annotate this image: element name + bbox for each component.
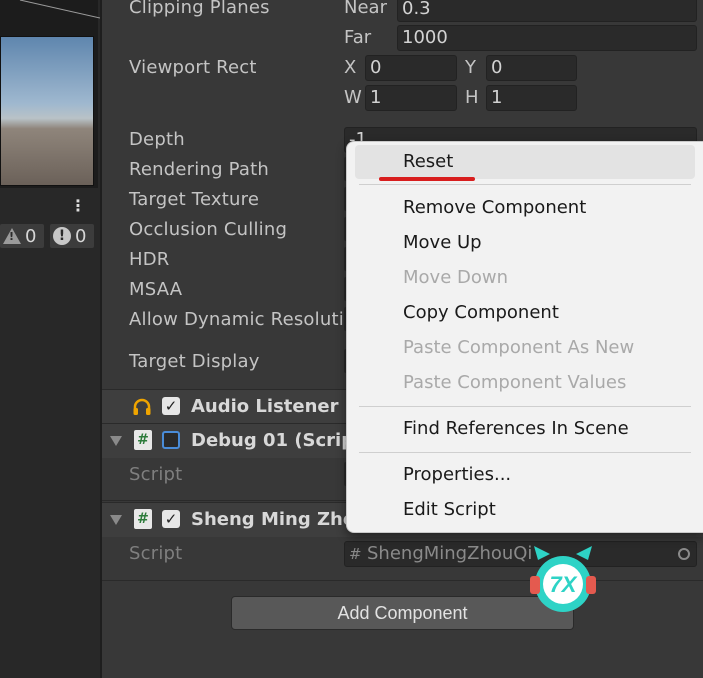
far-label: Far	[344, 27, 372, 48]
allow-dynamic-resolution-label: Allow Dynamic Resolutic	[129, 309, 344, 330]
depth-label: Depth	[129, 129, 185, 150]
menu-item-properties[interactable]: Properties...	[403, 464, 511, 485]
viewport-h-field[interactable]: 1	[486, 85, 577, 111]
add-component-button[interactable]: Add Component	[231, 596, 574, 630]
shengmingzhou-foldout-icon[interactable]	[110, 515, 122, 525]
viewport-w-field[interactable]: 1	[365, 85, 457, 111]
target-texture-label: Target Texture	[129, 189, 260, 210]
shengmingzhou-script-label: Script	[129, 543, 183, 564]
target-display-label: Target Display	[129, 351, 260, 372]
near-label: Near	[344, 0, 387, 18]
mascot-cat-logo: 7X	[530, 546, 596, 612]
menu-item-reset[interactable]: Reset	[403, 151, 453, 172]
debug01-title: Debug 01 (Script	[191, 430, 346, 451]
audio-listener-enabled-checkbox[interactable]: ✓	[162, 397, 180, 415]
script-icon: #	[134, 509, 152, 529]
menu-item-paste-component-as-new: Paste Component As New	[403, 337, 635, 358]
error-counter[interactable]: ! 0	[50, 224, 94, 248]
viewport-rect-label: Viewport Rect	[129, 57, 257, 78]
debug01-enabled-checkbox[interactable]	[162, 431, 180, 449]
error-count: 0	[75, 225, 87, 247]
camera-preview	[0, 36, 94, 186]
menu-item-find-references[interactable]: Find References In Scene	[403, 418, 629, 439]
object-picker-icon[interactable]	[678, 548, 690, 560]
red-underline-annotation	[379, 177, 475, 181]
component-separator	[102, 580, 703, 581]
menu-item-remove-component[interactable]: Remove Component	[403, 197, 586, 218]
shengmingzhou-script-field[interactable]: # ShengMingZhouQi	[344, 541, 697, 567]
viewport-h-label: H	[465, 87, 479, 108]
script-asset-icon: #	[349, 545, 362, 563]
viewport-x-field[interactable]: 0	[365, 55, 457, 81]
script-icon: #	[134, 430, 152, 450]
menu-item-edit-script[interactable]: Edit Script	[403, 499, 496, 520]
msaa-label: MSAA	[129, 279, 183, 300]
shengmingzhou-title: Sheng Ming Zhou	[191, 509, 346, 530]
audio-listener-title: Audio Listener	[191, 396, 339, 417]
menu-item-copy-component[interactable]: Copy Component	[403, 302, 559, 323]
clipping-planes-label: Clipping Planes	[129, 0, 270, 18]
hdr-label: HDR	[129, 249, 170, 270]
menu-item-move-up[interactable]: Move Up	[403, 232, 482, 253]
rendering-path-label: Rendering Path	[129, 159, 269, 180]
occlusion-culling-label: Occlusion Culling	[129, 219, 288, 240]
viewport-y-field[interactable]: 0	[486, 55, 577, 81]
menu-item-paste-component-values: Paste Component Values	[403, 372, 627, 393]
warning-count: 0	[25, 225, 37, 247]
shengmingzhou-script-value: ShengMingZhouQi	[367, 543, 533, 564]
scene-view[interactable]	[0, 0, 100, 188]
warning-counter[interactable]: ! 0	[0, 224, 44, 248]
menu-separator	[359, 452, 691, 453]
svg-text:7X: 7X	[550, 572, 578, 597]
debug01-script-label: Script	[129, 464, 183, 485]
menu-separator	[359, 184, 691, 185]
scene-gizmo-line	[19, 0, 100, 19]
headphones-icon	[133, 398, 151, 415]
context-menu: Reset Remove Component Move Up Move Down…	[346, 141, 703, 533]
debug01-foldout-icon[interactable]	[110, 436, 122, 446]
near-field[interactable]: 0.3	[397, 0, 697, 22]
viewport-w-label: W	[344, 87, 362, 108]
viewport-y-label: Y	[465, 57, 476, 78]
more-options-icon[interactable]: ⋮	[70, 196, 86, 215]
far-field[interactable]: 1000	[397, 25, 697, 51]
menu-item-move-down: Move Down	[403, 267, 508, 288]
menu-separator	[359, 406, 691, 407]
shengmingzhou-enabled-checkbox[interactable]: ✓	[162, 510, 180, 528]
viewport-x-label: X	[344, 57, 357, 78]
panel-divider[interactable]	[100, 0, 102, 678]
warning-icon: !	[3, 228, 21, 244]
error-icon: !	[53, 227, 71, 245]
